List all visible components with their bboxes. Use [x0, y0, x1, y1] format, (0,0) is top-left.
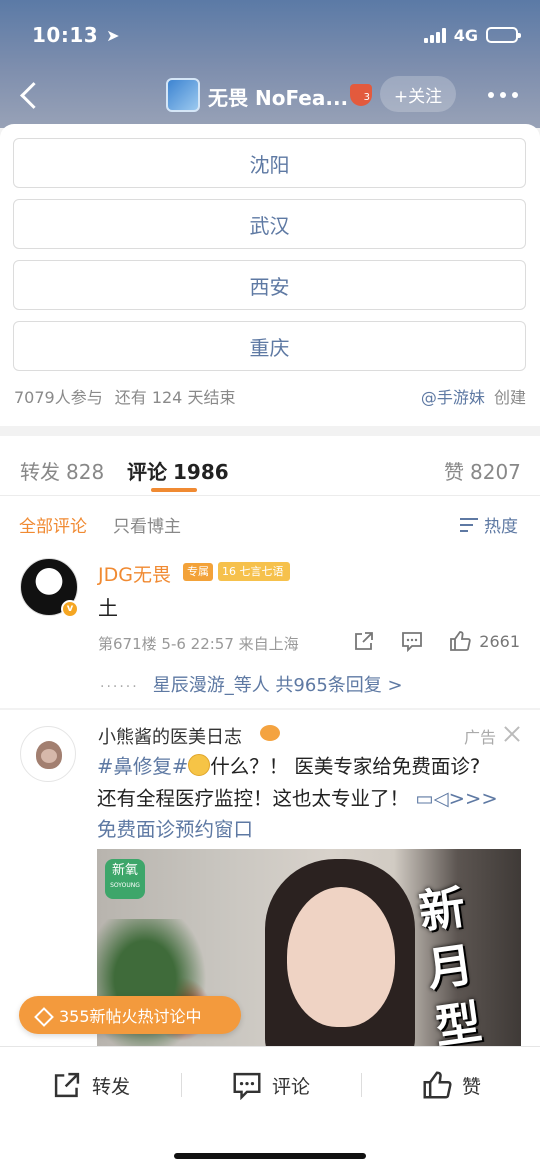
ad-video-link[interactable]: ▭◁>>>: [415, 787, 497, 810]
back-arrow-icon[interactable]: [14, 78, 48, 112]
repost-label: 转发: [92, 1075, 131, 1098]
like-label: 赞: [462, 1075, 482, 1098]
tab-comments-label: 评论: [127, 460, 167, 484]
hot-pill-text: 355新帖火热讨论中: [59, 1007, 202, 1026]
brand-logo-sub: SOYOUNG: [110, 882, 140, 889]
verified-badge-icon: v: [61, 600, 79, 618]
network-label: 4G: [453, 25, 478, 45]
sort-icon: [460, 517, 478, 533]
ad-line2-text: 还有全程医疗监控！这也太专业了！: [97, 787, 410, 810]
ad-booking-link[interactable]: 免费面诊预约窗口: [97, 818, 253, 841]
vote-option[interactable]: 西安: [13, 260, 526, 310]
vote-creator-link[interactable]: @手游妹: [421, 388, 485, 407]
share-icon[interactable]: [353, 630, 375, 652]
ad-label: 广告: [463, 728, 496, 747]
sort-by-hot[interactable]: 热度: [460, 512, 518, 537]
surprised-emoji-icon: [188, 754, 211, 776]
page-title[interactable]: 无畏 NoFea...: [208, 82, 348, 111]
comment-icon: [232, 1070, 262, 1101]
ad-avatar[interactable]: [20, 726, 76, 782]
hot-discussion-pill[interactable]: 355新帖火热讨论中: [19, 996, 241, 1034]
comment-button[interactable]: 评论: [232, 1069, 310, 1101]
video-icon: ▭◁: [415, 787, 449, 810]
fan-level-num: 16: [222, 565, 236, 578]
vote-created-label: 创建: [493, 388, 526, 407]
ad-line1-text: 什么？！ 医美专家给免费面诊?: [210, 755, 481, 778]
nav-bar: 无畏 NoFea... 3 +关注: [0, 72, 540, 120]
tab-likes-label: 赞: [444, 460, 464, 484]
top-header: 10:13 ➤ 4G 无畏 NoFea... 3 +关注: [0, 0, 540, 128]
bottom-action-bar: 转发 评论 赞: [0, 1046, 540, 1169]
ad-text-line: 免费面诊预约窗口: [97, 813, 253, 842]
tab-likes-count: 8207: [470, 460, 521, 484]
ad-text-line: 还有全程医疗监控！这也太专业了！ ▭◁>>>: [97, 782, 498, 811]
view-replies-link[interactable]: ······ 星辰漫游_等人 共965条回复 >: [100, 671, 403, 697]
vote-meta: 7079人参与 还有 124 天结束 @手游妹 创建: [14, 384, 526, 408]
vote-option[interactable]: 武汉: [13, 199, 526, 249]
brand-logo: 新氧 SOYOUNG: [105, 859, 145, 899]
active-tab-indicator: [151, 488, 197, 492]
tab-likes[interactable]: 赞 8207: [444, 456, 521, 485]
tab-repost-count: 828: [66, 460, 105, 484]
divider: [0, 708, 540, 710]
close-icon[interactable]: [504, 726, 520, 742]
home-indicator[interactable]: [174, 1153, 366, 1159]
fan-level-badge-icon: 3: [350, 84, 372, 106]
replies-dots: ······: [100, 679, 139, 695]
signal-icon: [423, 27, 446, 43]
sort-hot-label: 热度: [484, 517, 518, 537]
ad-image-title: 新月型: [415, 879, 485, 1046]
fish-badge-icon: [260, 725, 280, 741]
tab-comments-count: 1986: [173, 460, 229, 484]
ad-hashtag[interactable]: #鼻修复#: [97, 755, 188, 778]
more-options-icon[interactable]: [488, 92, 518, 98]
interaction-tabs: 转发 828 评论 1986 赞 8207: [0, 436, 540, 496]
comment-meta: 第671楼 5-6 22:57 来自上海: [98, 635, 299, 653]
repost-button[interactable]: 转发: [52, 1069, 130, 1101]
author-avatar[interactable]: [166, 78, 200, 112]
diamond-icon: [35, 1009, 51, 1021]
follow-button[interactable]: +关注: [380, 76, 456, 112]
filter-owner-only[interactable]: 只看博主: [113, 512, 181, 537]
ad-author-name[interactable]: 小熊酱的医美日志: [98, 723, 242, 749]
exclusive-tag: 专属: [183, 563, 213, 581]
vote-option[interactable]: 重庆: [13, 321, 526, 371]
fan-level-tag: 16 七言七语: [218, 562, 290, 581]
vote-option[interactable]: 沈阳: [13, 138, 526, 188]
vote-creator: @手游妹 创建: [421, 384, 526, 408]
divider: [181, 1073, 182, 1097]
vote-remaining: 还有 124 天结束: [114, 388, 236, 407]
filter-all-comments[interactable]: 全部评论: [19, 512, 87, 537]
tab-repost[interactable]: 转发 828: [20, 456, 104, 485]
replies-text: 星辰漫游_等人 共965条回复 >: [152, 675, 403, 696]
divider: [361, 1073, 362, 1097]
share-icon: [52, 1070, 82, 1100]
tab-comments[interactable]: 评论 1986: [127, 456, 229, 485]
comments-section: 转发 828 评论 1986 赞 8207 全部评论 只看博主 热度 v JDG无畏 …: [0, 436, 540, 1046]
person-face: [287, 887, 395, 1027]
tab-repost-label: 转发: [20, 460, 60, 484]
comment-label: 评论: [272, 1075, 311, 1098]
comment-text: 土: [98, 596, 118, 620]
ad-text-line: #鼻修复# 什么？！ 医美专家给免费面诊?: [97, 750, 480, 779]
location-arrow-icon: ➤: [106, 25, 120, 45]
vote-card: 沈阳 武汉 西安 重庆 7079人参与 还有 124 天结束 @手游妹 创建: [0, 124, 540, 426]
status-time: 10:13: [32, 23, 99, 47]
reply-icon[interactable]: [401, 630, 423, 653]
fan-level-text: 七言七语: [239, 565, 284, 578]
commenter-name[interactable]: JDG无畏: [98, 560, 171, 587]
vote-participants: 7079人参与: [14, 388, 103, 407]
thumbs-up-icon: [422, 1070, 452, 1100]
comment-like-count: 2661: [479, 631, 520, 651]
thumbs-up-icon: [449, 630, 471, 652]
comment-like[interactable]: 2661: [449, 630, 520, 652]
like-button[interactable]: 赞: [422, 1069, 481, 1101]
ad-video-link-arrows: >>>: [448, 787, 498, 810]
battery-icon: [486, 27, 521, 43]
status-bar: 10:13 ➤ 4G: [32, 20, 521, 50]
comment-actions: 2661: [353, 630, 520, 653]
brand-logo-name: 新氧: [111, 863, 138, 878]
